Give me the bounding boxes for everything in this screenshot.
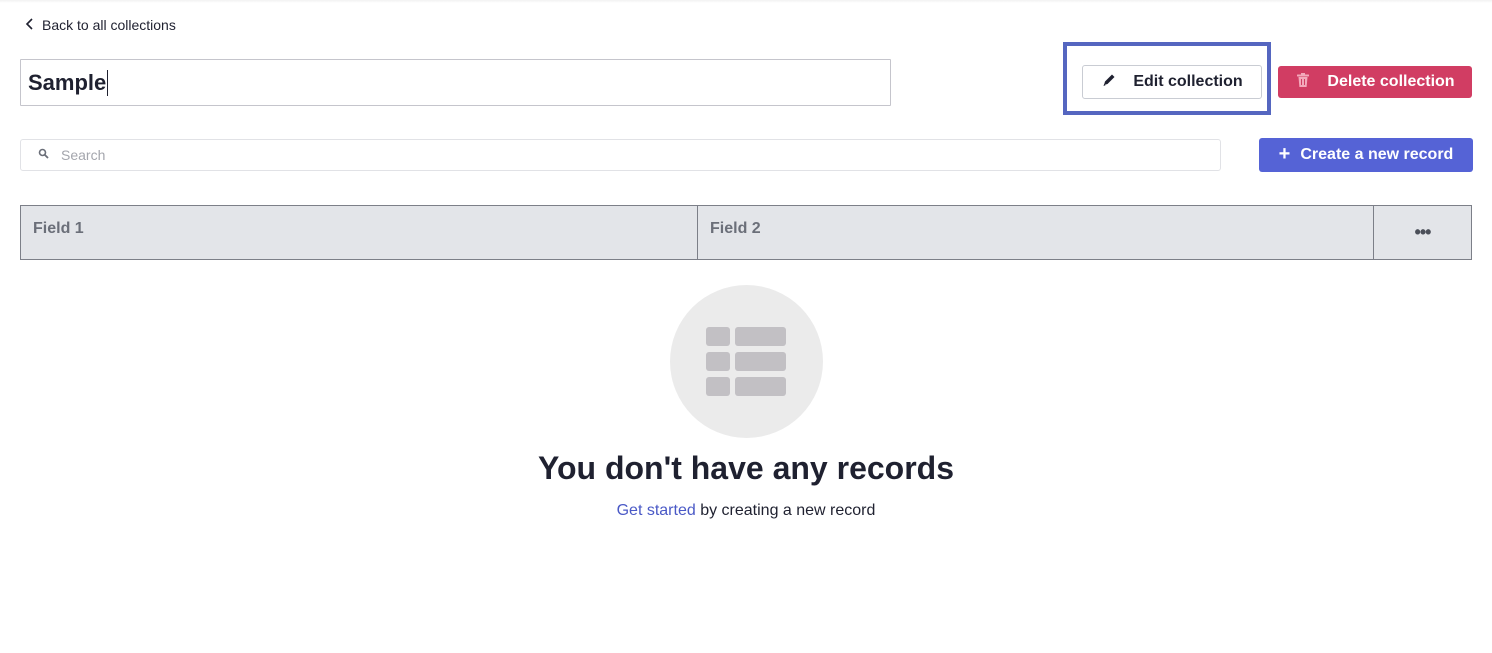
empty-state-subtitle: Get started by creating a new record	[0, 502, 1492, 520]
plus-icon: +	[1278, 143, 1291, 165]
delete-collection-button[interactable]: Delete collection	[1278, 66, 1472, 98]
edit-collection-button[interactable]: Edit collection	[1082, 65, 1262, 99]
back-link-label: Back to all collections	[42, 17, 176, 33]
search-icon	[38, 146, 49, 164]
more-options-icon[interactable]: •••	[1374, 206, 1471, 259]
create-record-button[interactable]: + Create a new record	[1259, 138, 1473, 172]
pencil-icon	[1101, 72, 1117, 93]
collection-title-value: Sample	[28, 69, 107, 95]
back-to-collections-link[interactable]: Back to all collections	[24, 16, 176, 34]
get-started-link[interactable]: Get started	[617, 502, 696, 519]
search-field[interactable]	[20, 139, 1221, 171]
create-record-label: Create a new record	[1300, 146, 1454, 163]
edit-collection-label: Edit collection	[1133, 73, 1243, 90]
delete-collection-label: Delete collection	[1327, 73, 1455, 90]
top-divider	[0, 0, 1492, 3]
trash-icon	[1295, 72, 1311, 93]
chevron-left-icon	[24, 17, 36, 33]
table-placeholder-icon	[670, 285, 823, 438]
empty-state-subtitle-text: by creating a new record	[695, 502, 876, 519]
column-header-field-1[interactable]: Field 1	[21, 206, 698, 259]
column-header-field-2[interactable]: Field 2	[698, 206, 1374, 259]
search-input[interactable]	[61, 147, 1161, 163]
records-table-header: Field 1 Field 2 •••	[20, 205, 1472, 260]
collection-title-input[interactable]: Sample	[20, 59, 891, 106]
text-caret	[107, 69, 109, 96]
empty-state-title: You don't have any records	[538, 450, 954, 486]
